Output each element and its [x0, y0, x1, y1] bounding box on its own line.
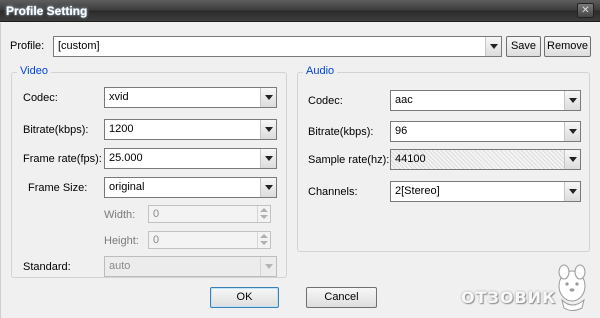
- spinner-arrows-icon[interactable]: [257, 206, 270, 222]
- chevron-down-icon[interactable]: [564, 91, 580, 110]
- cancel-button[interactable]: Cancel: [306, 287, 377, 308]
- save-button[interactable]: Save: [506, 36, 541, 57]
- video-standard-select[interactable]: auto: [104, 256, 277, 277]
- remove-button[interactable]: Remove: [544, 36, 591, 57]
- video-height-input[interactable]: 0: [148, 231, 271, 249]
- chevron-down-icon[interactable]: [260, 178, 276, 197]
- close-button[interactable]: ✕: [577, 3, 594, 18]
- title-bar: Profile Setting ✕: [0, 0, 600, 22]
- profile-value: [custom]: [58, 40, 100, 52]
- video-height-label: Height:: [104, 235, 139, 247]
- video-width-value: 0: [153, 208, 160, 220]
- video-framesize-select[interactable]: original: [104, 177, 277, 198]
- chevron-down-icon[interactable]: [260, 149, 276, 168]
- audio-channels-label: Channels:: [308, 186, 358, 198]
- video-standard-value: auto: [109, 260, 131, 272]
- spinner-arrows-icon[interactable]: [257, 232, 270, 248]
- watermark-logo: ОТЗОВИК: [458, 258, 596, 314]
- chevron-down-icon[interactable]: [564, 182, 580, 201]
- audio-channels-value: 2[Stereo]: [395, 185, 440, 197]
- video-bitrate-label: Bitrate(kbps):: [23, 124, 89, 136]
- video-codec-select[interactable]: xvid: [104, 87, 277, 108]
- video-framerate-value: 25.000: [109, 152, 143, 164]
- profile-label: Profile:: [10, 40, 45, 52]
- audio-codec-label: Codec:: [308, 95, 343, 107]
- video-codec-value: xvid: [109, 91, 129, 103]
- video-codec-label: Codec:: [23, 92, 58, 104]
- audio-samplerate-label: Sample rate(hz):: [308, 154, 390, 166]
- video-group-title: Video: [17, 65, 51, 77]
- video-framesize-value: original: [109, 181, 145, 193]
- chevron-down-icon[interactable]: [485, 37, 501, 56]
- chevron-down-icon[interactable]: [564, 150, 580, 169]
- audio-bitrate-label: Bitrate(kbps):: [308, 126, 374, 138]
- audio-group-title: Audio: [303, 65, 338, 77]
- ok-button[interactable]: OK: [210, 287, 279, 308]
- audio-codec-select[interactable]: aac: [390, 90, 581, 111]
- audio-bitrate-select[interactable]: 96: [390, 121, 581, 142]
- video-bitrate-value: 1200: [109, 123, 134, 135]
- video-width-input[interactable]: 0: [148, 205, 271, 223]
- audio-codec-value: aac: [395, 94, 413, 106]
- chevron-down-icon[interactable]: [260, 120, 276, 139]
- video-framerate-label: Frame rate(fps):: [23, 153, 102, 165]
- video-framerate-select[interactable]: 25.000: [104, 148, 277, 169]
- audio-samplerate-value: 44100: [395, 153, 426, 165]
- profile-select[interactable]: [custom]: [53, 36, 502, 57]
- video-standard-label: Standard:: [23, 261, 71, 273]
- video-width-label: Width:: [104, 209, 136, 221]
- video-height-value: 0: [153, 234, 160, 246]
- audio-samplerate-select[interactable]: 44100: [390, 149, 581, 170]
- audio-channels-select[interactable]: 2[Stereo]: [390, 181, 581, 202]
- window-title: Profile Setting: [6, 4, 88, 18]
- video-bitrate-select[interactable]: 1200: [104, 119, 277, 140]
- watermark-text: ОТЗОВИК: [461, 288, 557, 307]
- video-framesize-label: Frame Size:: [28, 182, 88, 194]
- chevron-down-icon[interactable]: [564, 122, 580, 141]
- audio-bitrate-value: 96: [395, 125, 408, 137]
- chevron-down-icon[interactable]: [260, 88, 276, 107]
- close-icon: ✕: [581, 5, 590, 16]
- chevron-down-icon: [260, 257, 276, 276]
